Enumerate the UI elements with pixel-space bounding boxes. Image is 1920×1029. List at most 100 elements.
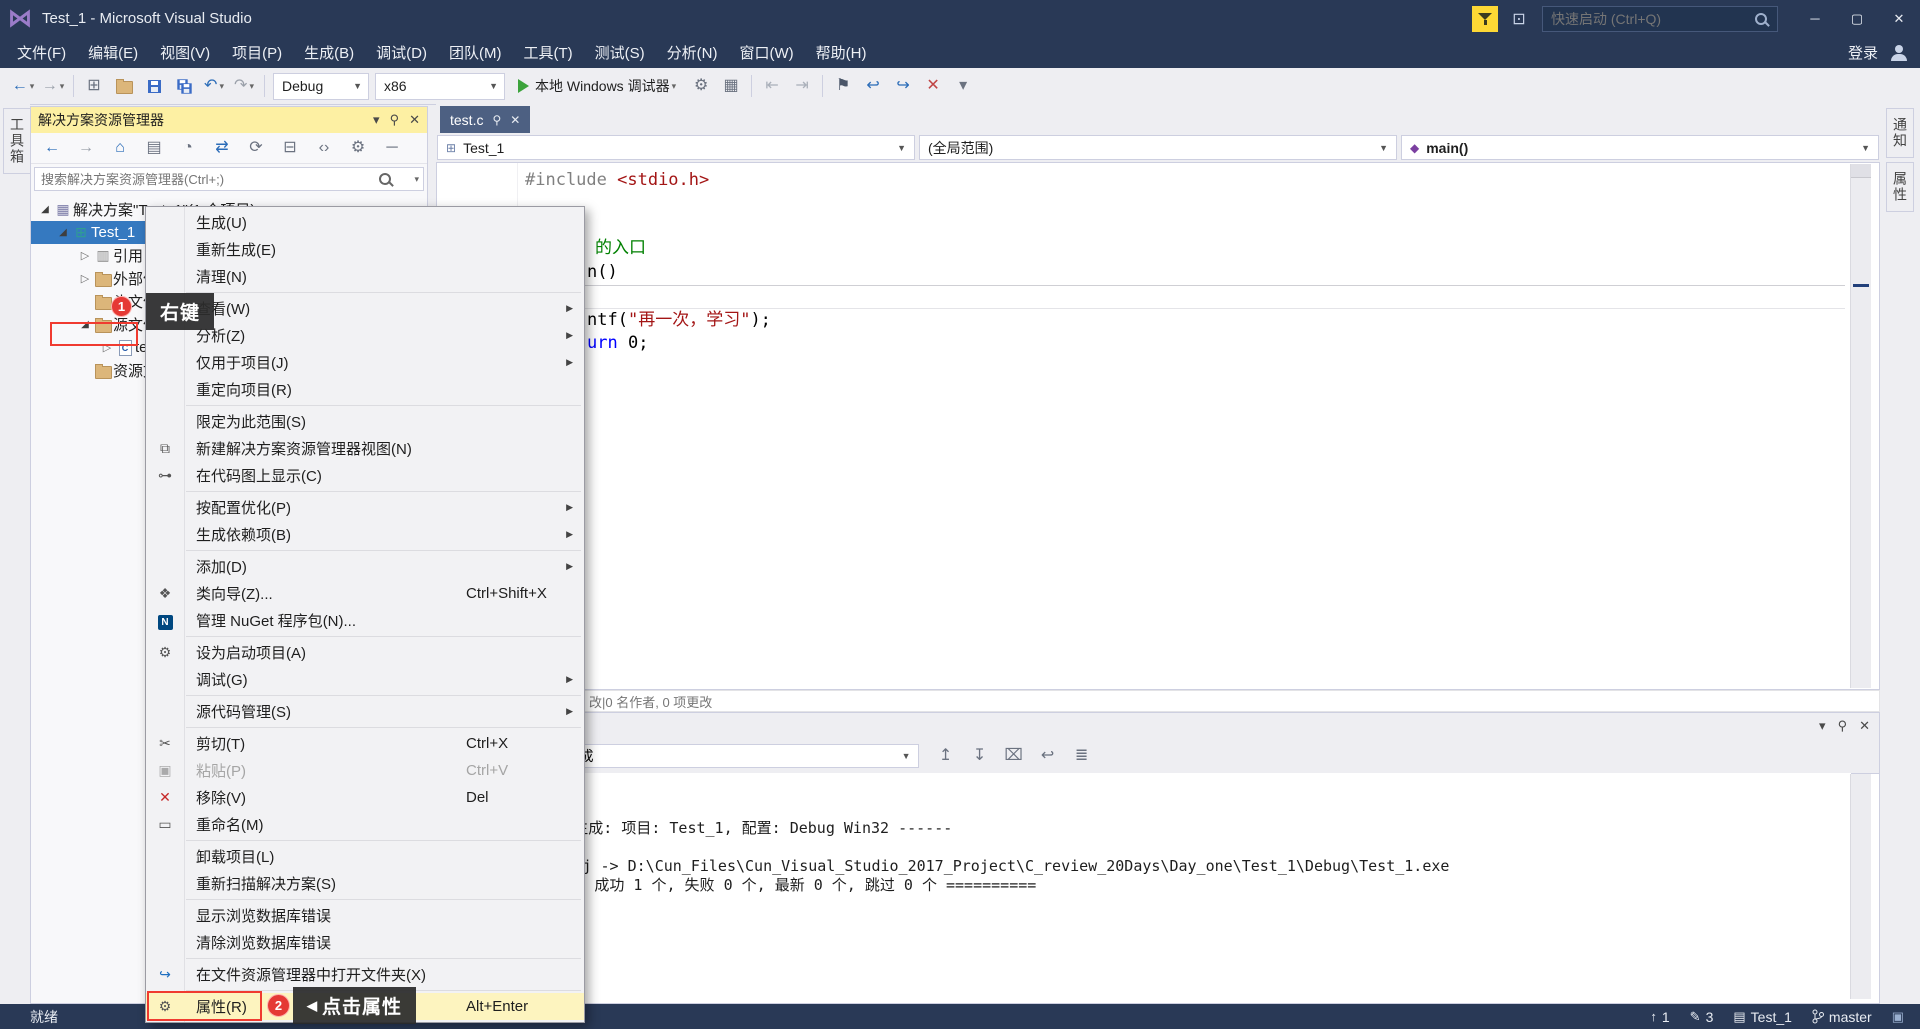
menubar-item-6[interactable]: 团队(M) [438, 37, 513, 68]
context-menu-item--[interactable]: 清除浏览数据库错误 [146, 929, 584, 956]
collapse-all-icon[interactable]: ⊟ [275, 136, 305, 160]
solution-search-input[interactable] [34, 167, 424, 191]
close-icon[interactable]: ✕ [1859, 718, 1870, 734]
repository-indicator[interactable]: ▤ Test_1 [1733, 1009, 1792, 1025]
context-menu-item--u-[interactable]: 生成(U) [146, 209, 584, 236]
properties-icon[interactable]: ⚙ [343, 136, 373, 160]
go-to-next-message-icon[interactable]: ↧ [965, 742, 995, 770]
context-menu-item--s-[interactable]: 限定为此范围(S) [146, 408, 584, 435]
output-text[interactable]: 1>------ 已启动生成: 项目: Test_1, 配置: Debug Wi… [437, 773, 1851, 1003]
project-dropdown[interactable]: ⊞ Test_1 ▼ [437, 135, 915, 160]
menubar-item-5[interactable]: 调试(D) [365, 37, 438, 68]
back-icon[interactable]: ← [37, 136, 67, 160]
sign-in-link[interactable]: 登录 [1848, 42, 1878, 63]
clear-all-icon[interactable]: ⌧ [999, 742, 1029, 770]
menubar-item-10[interactable]: 窗口(W) [728, 37, 804, 68]
context-menu-item--[interactable]: 显示浏览数据库错误 [146, 902, 584, 929]
open-file-icon[interactable] [109, 72, 139, 100]
code-editor[interactable]: #include <stdio.h>的入口n()ntf("再一次，学习");ur… [436, 162, 1880, 690]
navigate-back-document-icon[interactable]: ⇤ [757, 72, 787, 100]
search-options-dropdown-icon[interactable]: ▾ [414, 174, 419, 185]
start-debugging-button[interactable]: 本地 Windows 调试器▾ [512, 72, 682, 100]
quick-launch-input[interactable] [1543, 11, 1755, 27]
context-menu-item--g-[interactable]: 调试(G)▶ [146, 666, 584, 693]
context-menu-item--s-[interactable]: 重新扫描解决方案(S) [146, 870, 584, 897]
status-feedback-icon[interactable]: ▣ [1892, 1009, 1904, 1025]
context-menu-item--m-[interactable]: ▭重命名(M) [146, 811, 584, 838]
save-icon[interactable] [139, 72, 169, 100]
clear-bookmarks-icon[interactable]: ✕ [918, 72, 948, 100]
preview-selected-icon[interactable]: ─ [377, 136, 407, 160]
switch-views-icon[interactable]: ▤ [139, 136, 169, 160]
output-source-dropdown[interactable]: 生成 ▼ [559, 744, 919, 768]
right-tab-0[interactable]: 通知 [1886, 108, 1914, 158]
context-menu-item--x-[interactable]: ↪在文件资源管理器中打开文件夹(X) [146, 961, 584, 988]
go-to-previous-message-icon[interactable]: ↥ [931, 742, 961, 770]
toolbox-tab[interactable]: 工具箱 [3, 108, 31, 174]
close-button[interactable]: ✕ [1878, 0, 1920, 37]
context-menu-item--j-[interactable]: 仅用于项目(J)▶ [146, 349, 584, 376]
next-bookmark-icon[interactable]: ↪ [888, 72, 918, 100]
pending-changes-filter-icon[interactable]: ◔ [173, 136, 203, 160]
toggle-autoscroll-icon[interactable]: ≣ [1067, 742, 1097, 770]
word-wrap-icon[interactable]: ↩ [1033, 742, 1063, 770]
menubar-item-0[interactable]: 文件(F) [6, 37, 77, 68]
context-menu-item--s-[interactable]: 源代码管理(S)▶ [146, 698, 584, 725]
new-project-icon[interactable]: ⊞ [79, 72, 109, 100]
menubar-item-4[interactable]: 生成(B) [293, 37, 365, 68]
platform-dropdown[interactable]: x86▼ [375, 73, 505, 100]
pin-icon[interactable]: ⚲ [390, 112, 400, 128]
context-menu-item--v-[interactable]: ✕移除(V)Del [146, 784, 584, 811]
view-code-icon[interactable]: ‹› [309, 136, 339, 160]
context-menu-item--l-[interactable]: 卸载项目(L) [146, 843, 584, 870]
context-menu-item--n-[interactable]: 清理(N) [146, 263, 584, 290]
context-menu-item--p-[interactable]: ▣粘贴(P)Ctrl+V [146, 757, 584, 784]
toggle-bookmark-icon[interactable]: ⚑ [828, 72, 858, 100]
sync-with-active-document-icon[interactable]: ⇄ [207, 136, 237, 160]
output-panel-header[interactable]: 输出 ▾⚲✕ [437, 713, 1879, 739]
close-icon[interactable]: ✕ [510, 113, 520, 127]
branch-indicator[interactable]: master [1812, 1009, 1872, 1025]
minimize-button[interactable]: ─ [1794, 0, 1836, 37]
uncommitted-changes-indicator[interactable]: ✎ 3 [1690, 1009, 1714, 1025]
quick-launch-box[interactable] [1542, 6, 1778, 32]
codelens-indicator[interactable]: 改|0 名作者, 0 项更改 [436, 690, 1880, 712]
context-menu-item--d-[interactable]: 添加(D)▶ [146, 553, 584, 580]
context-menu-item--p-[interactable]: 按配置优化(P)▶ [146, 494, 584, 521]
home-icon[interactable]: ⌂ [105, 136, 135, 160]
menubar-item-3[interactable]: 项目(P) [221, 37, 293, 68]
context-menu-item--t-[interactable]: ✂剪切(T)Ctrl+X [146, 730, 584, 757]
scope-dropdown[interactable]: (全局范围) ▼ [919, 135, 1397, 160]
context-menu-item--c-[interactable]: ⊶在代码图上显示(C) [146, 462, 584, 489]
send-feedback-icon[interactable]: ⊡ [1506, 6, 1532, 32]
window-position-icon[interactable]: ▾ [1819, 718, 1826, 734]
output-vertical-scrollbar[interactable] [1850, 774, 1871, 999]
close-icon[interactable]: ✕ [409, 112, 420, 128]
splitter-handle[interactable] [1851, 164, 1871, 178]
right-tab-1[interactable]: 属性 [1886, 162, 1914, 212]
undo-icon[interactable]: ↶▾ [199, 72, 229, 100]
menubar-item-8[interactable]: 测试(S) [584, 37, 656, 68]
context-menu-item--z-[interactable]: ❖类向导(Z)...Ctrl+Shift+X [146, 580, 584, 607]
menubar-item-9[interactable]: 分析(N) [656, 37, 729, 68]
editor-vertical-scrollbar[interactable] [1850, 164, 1871, 688]
collapsed-arrow-icon[interactable]: ▷ [77, 249, 93, 262]
member-dropdown[interactable]: ◆ main() ▼ [1401, 135, 1879, 160]
navigate-forward-icon[interactable]: →▾ [38, 72, 68, 100]
save-all-icon[interactable] [169, 72, 199, 100]
user-avatar-icon[interactable] [1890, 45, 1908, 61]
solution-explorer-header[interactable]: 解决方案资源管理器 ▾⚲✕ [31, 107, 427, 133]
navigate-forward-document-icon[interactable]: ⇥ [787, 72, 817, 100]
unpushed-commits-indicator[interactable]: ↑ 1 [1650, 1009, 1669, 1025]
previous-bookmark-icon[interactable]: ↩ [858, 72, 888, 100]
expanded-arrow-icon[interactable]: ◢ [37, 204, 53, 215]
menubar-item-2[interactable]: 视图(V) [149, 37, 221, 68]
refresh-icon[interactable]: ⟳ [241, 136, 271, 160]
toolbar-overflow-icon[interactable]: ▾ [948, 72, 978, 100]
tab-test-c[interactable]: test.c ⚲ ✕ [440, 106, 530, 133]
expanded-arrow-icon[interactable]: ◢ [55, 227, 71, 238]
debug-configuration-dropdown[interactable]: Debug▼ [273, 73, 369, 100]
context-menu-item--n-[interactable]: ⧉新建解决方案资源管理器视图(N) [146, 435, 584, 462]
maximize-button[interactable]: ▢ [1836, 0, 1878, 37]
context-menu-item--nuget-n-[interactable]: N管理 NuGet 程序包(N)... [146, 607, 584, 634]
